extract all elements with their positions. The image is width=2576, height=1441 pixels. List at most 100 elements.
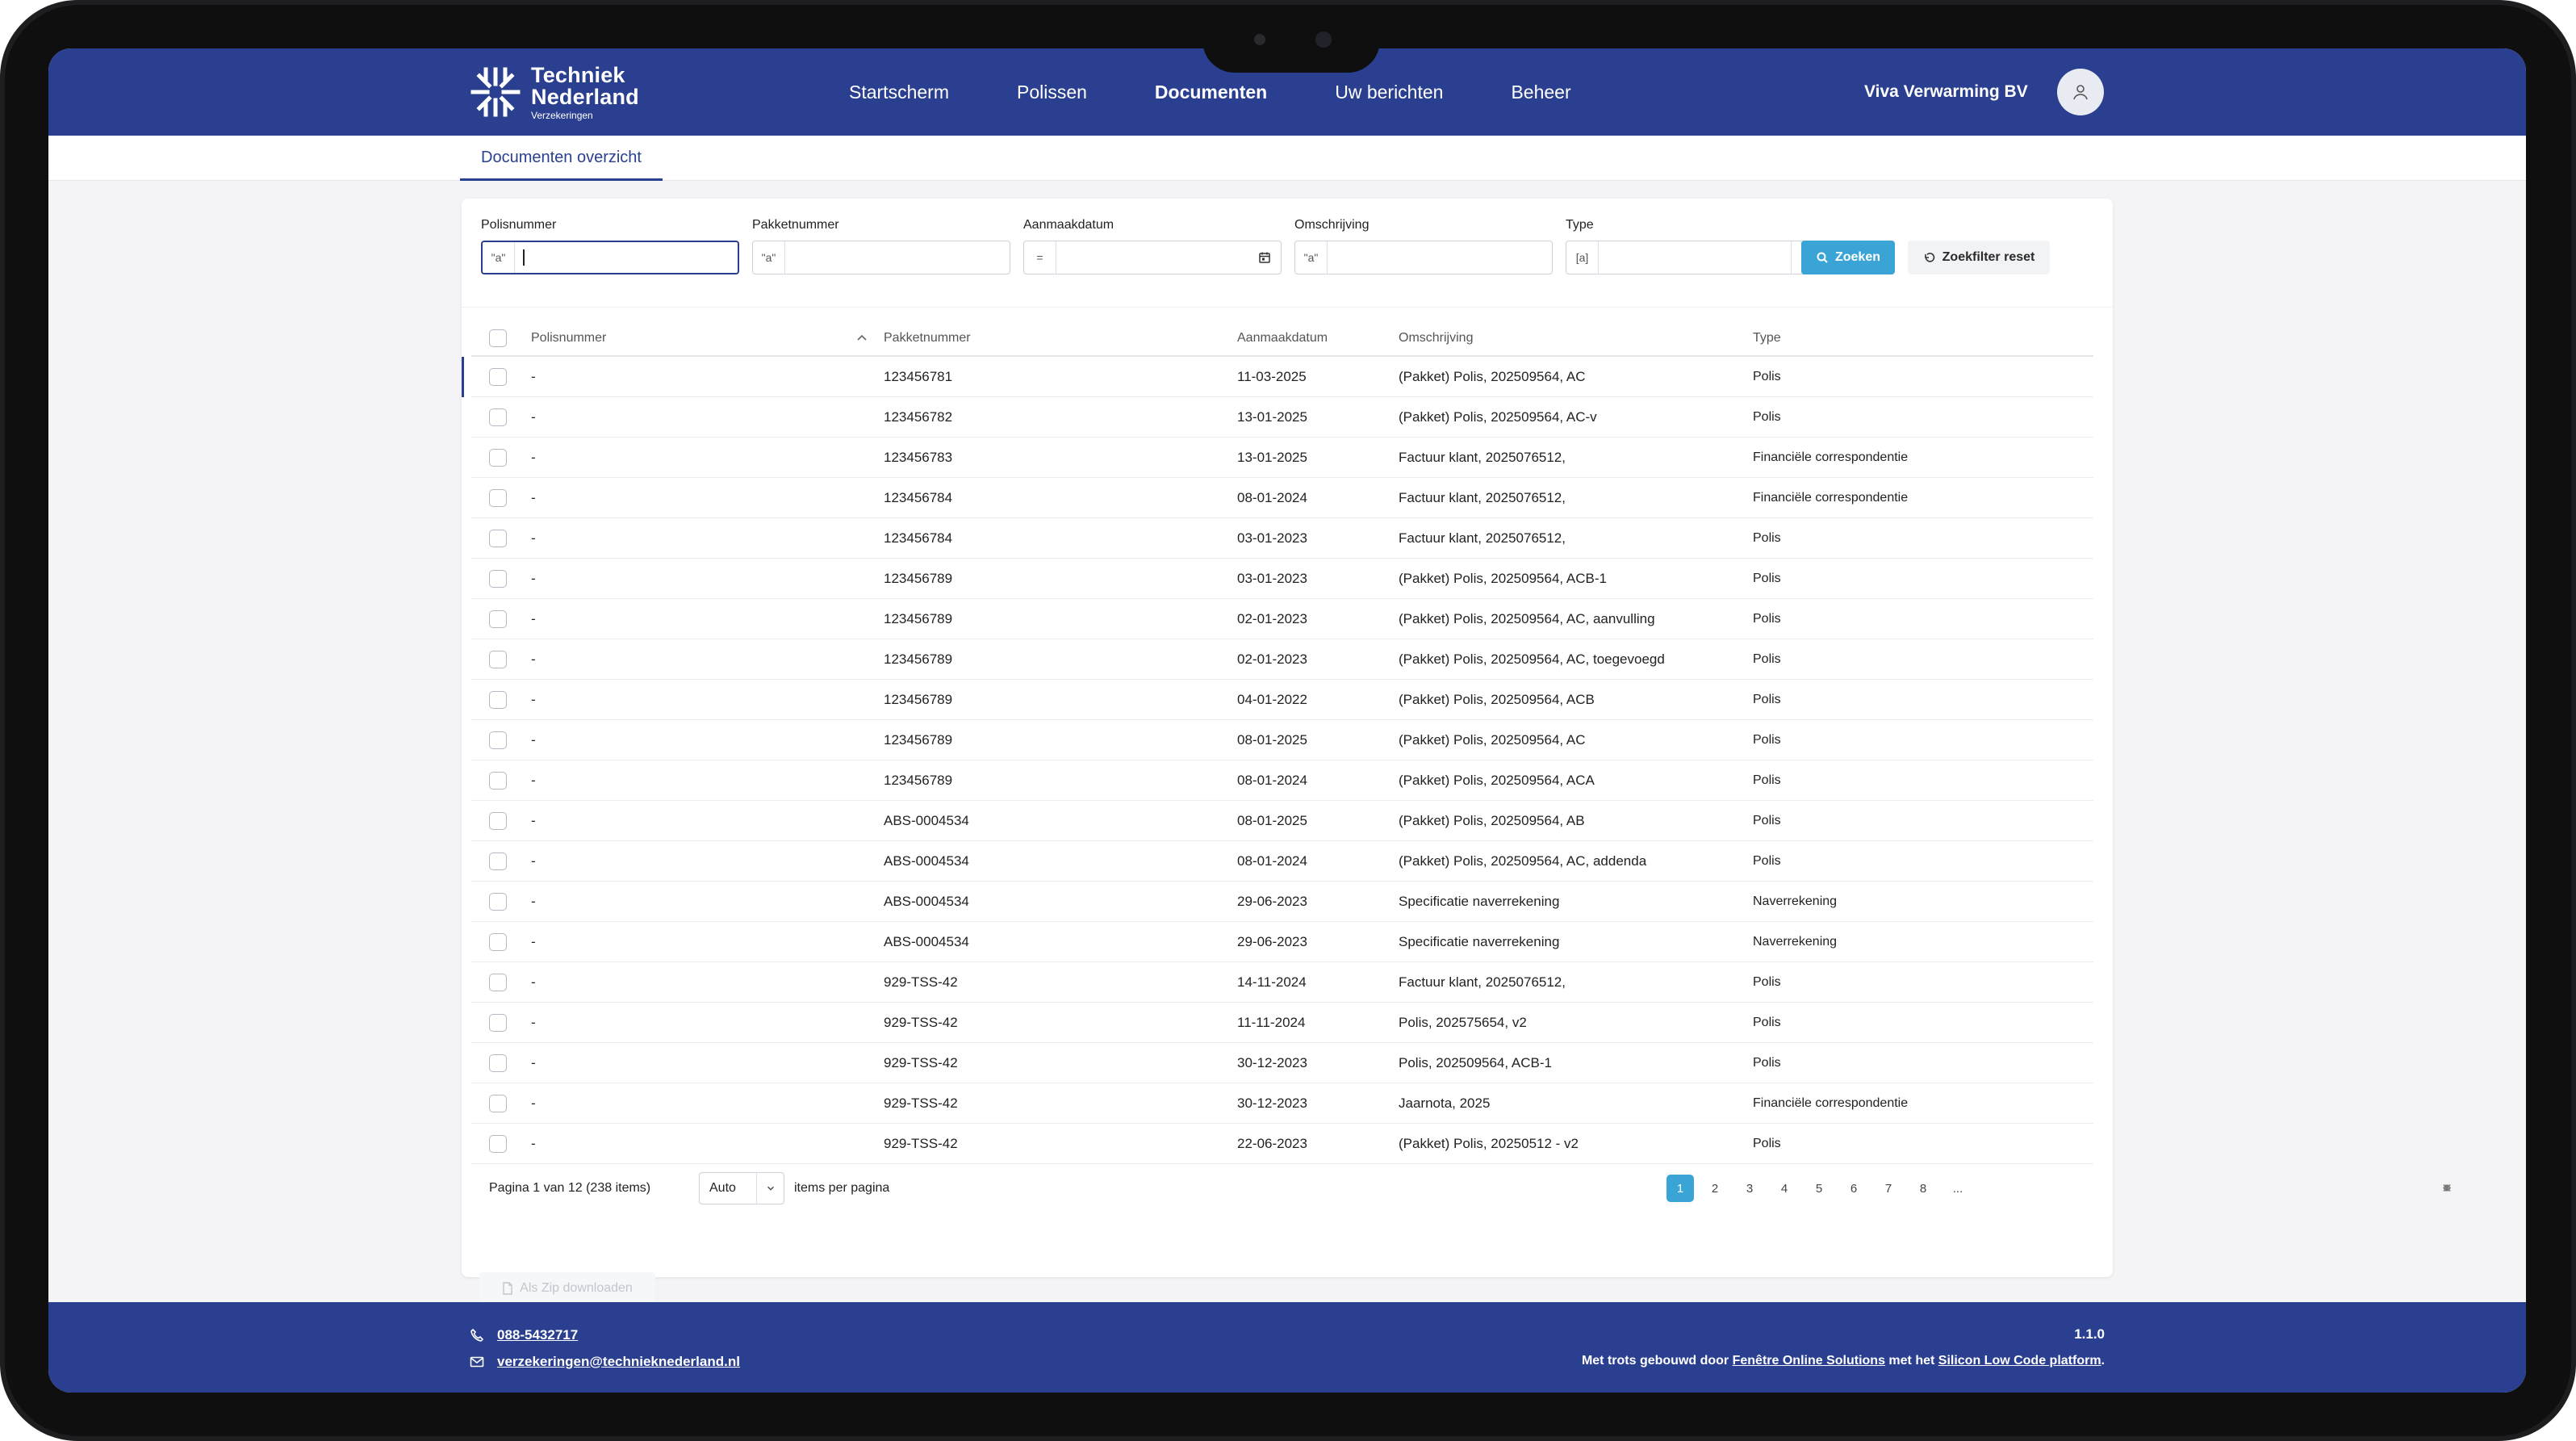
row-checkbox[interactable] bbox=[489, 609, 507, 628]
table-row[interactable]: - 123456784 03-01-2023 Factuur klant, 20250… bbox=[471, 518, 2093, 559]
cell-pakketnummer: 123456783 bbox=[884, 449, 953, 465]
row-checkbox[interactable] bbox=[489, 1054, 507, 1072]
row-checkbox[interactable] bbox=[489, 852, 507, 870]
row-checkbox[interactable] bbox=[489, 367, 507, 386]
table-row[interactable]: - 123456789 02-01-2023 (Pakket) Polis, 2025… bbox=[471, 639, 2093, 680]
page-button[interactable]: 2 bbox=[1701, 1175, 1729, 1202]
brand-logo[interactable]: Techniek Nederland Verzekeringen bbox=[468, 63, 639, 121]
table-row[interactable]: - ABS-0004534 29-06-2023 Specificatie naver… bbox=[471, 922, 2093, 962]
row-checkbox[interactable] bbox=[489, 488, 507, 507]
page-button[interactable]: 8 bbox=[1909, 1175, 1937, 1202]
last-page-icon[interactable]: » bbox=[2433, 1174, 2461, 1201]
table-row[interactable]: - ABS-0004534 08-01-2025 (Pakket) Polis, 20… bbox=[471, 801, 2093, 841]
type-select[interactable]: [a] bbox=[1566, 241, 1824, 274]
device-frame: Techniek Nederland Verzekeringen Startsc… bbox=[0, 0, 2576, 1441]
row-checkbox[interactable] bbox=[489, 529, 507, 547]
header-pakketnummer[interactable]: Pakketnummer bbox=[884, 321, 971, 355]
row-checkbox[interactable] bbox=[489, 650, 507, 668]
nav-beheer[interactable]: Beheer bbox=[1477, 48, 1604, 136]
cell-type: Polis bbox=[1753, 974, 1781, 989]
zip-download-button[interactable]: Als Zip downloaden bbox=[479, 1272, 655, 1305]
table-row[interactable]: - 123456783 13-01-2025 Factuur klant, 20250… bbox=[471, 438, 2093, 478]
header-aanmaakdatum[interactable]: Aanmaakdatum bbox=[1237, 321, 1328, 355]
cell-type: Polis bbox=[1753, 1055, 1781, 1070]
cell-polisnummer: - bbox=[531, 610, 536, 626]
page-button[interactable]: 7 bbox=[1875, 1175, 1902, 1202]
table-row[interactable]: - 929-TSS-42 14-11-2024 Factuur klant, 2025… bbox=[471, 962, 2093, 1003]
row-checkbox[interactable] bbox=[489, 690, 507, 709]
table-row[interactable]: - ABS-0004534 29-06-2023 Specificatie naver… bbox=[471, 882, 2093, 922]
row-checkbox[interactable] bbox=[489, 771, 507, 790]
table-row[interactable]: - 123456789 03-01-2023 (Pakket) Polis, 2025… bbox=[471, 559, 2093, 599]
footer-phone-link[interactable]: 088-5432717 bbox=[497, 1327, 578, 1343]
pakketnummer-operator[interactable]: "a" bbox=[753, 241, 785, 274]
tab-documenten-overzicht[interactable]: Documenten overzicht bbox=[460, 149, 663, 181]
omschrijving-input[interactable]: "a" bbox=[1294, 241, 1553, 274]
reset-filter-button[interactable]: Zoekfilter reset bbox=[1908, 241, 2050, 274]
avatar[interactable] bbox=[2056, 69, 2104, 115]
table-row[interactable]: - 929-TSS-42 22-06-2023 (Pakket) Polis, 202… bbox=[471, 1124, 2093, 1164]
aanmaakdatum-operator[interactable]: = bbox=[1024, 241, 1056, 274]
row-checkbox[interactable] bbox=[489, 408, 507, 426]
footer-email-link[interactable]: verzekeringen@technieknederland.nl bbox=[497, 1354, 740, 1370]
pakketnummer-input[interactable]: "a" bbox=[752, 241, 1010, 274]
page-button[interactable]: 6 bbox=[1840, 1175, 1867, 1202]
sort-ascending-icon[interactable] bbox=[855, 332, 868, 345]
page-ellipsis[interactable]: ... bbox=[1944, 1175, 1972, 1202]
table-row[interactable]: - 123456789 08-01-2024 (Pakket) Polis, 2025… bbox=[471, 760, 2093, 801]
table-row[interactable]: - 123456784 08-01-2024 Factuur klant, 20250… bbox=[471, 478, 2093, 518]
table-row[interactable]: - 123456789 02-01-2023 (Pakket) Polis, 2025… bbox=[471, 599, 2093, 639]
row-checkbox[interactable] bbox=[489, 973, 507, 991]
text-caret bbox=[523, 249, 525, 266]
account-area: Viva Verwarming BV bbox=[1864, 48, 2104, 136]
cell-type: Polis bbox=[1753, 853, 1781, 868]
page-button[interactable]: 1 bbox=[1666, 1175, 1694, 1202]
type-operator[interactable]: [a] bbox=[1566, 241, 1599, 274]
filter-label-polisnummer: Polisnummer bbox=[481, 218, 557, 232]
nav-startscherm[interactable]: Startscherm bbox=[815, 48, 983, 136]
table-row[interactable]: - 929-TSS-42 30-12-2023 Polis, 202509564, A… bbox=[471, 1043, 2093, 1083]
table-row[interactable]: - ABS-0004534 08-01-2024 (Pakket) Polis, 20… bbox=[471, 841, 2093, 882]
header-omschrijving[interactable]: Omschrijving bbox=[1399, 321, 1473, 355]
search-button[interactable]: Zoeken bbox=[1801, 241, 1895, 274]
credit-link-fenetre[interactable]: Fenêtre Online Solutions bbox=[1733, 1354, 1885, 1368]
table-row[interactable]: - 123456781 11-03-2025 (Pakket) Polis, 2025… bbox=[462, 357, 2093, 397]
table-header: Polisnummer Pakketnummer Aanmaakdatum Om… bbox=[471, 321, 2093, 357]
row-checkbox[interactable] bbox=[489, 1013, 507, 1032]
calendar-button[interactable] bbox=[1248, 241, 1281, 274]
row-checkbox[interactable] bbox=[489, 1094, 507, 1112]
page-button[interactable]: 5 bbox=[1805, 1175, 1833, 1202]
row-checkbox[interactable] bbox=[489, 932, 507, 951]
polisnummer-input[interactable]: "a" bbox=[481, 241, 739, 274]
row-select-cell bbox=[489, 882, 507, 921]
aanmaakdatum-input[interactable]: = bbox=[1023, 241, 1282, 274]
cell-omschrijving: (Pakket) Polis, 202509564, AC, toegevoeg… bbox=[1399, 651, 1665, 667]
nav-polissen[interactable]: Polissen bbox=[983, 48, 1121, 136]
credit-link-silicon[interactable]: Silicon Low Code platform bbox=[1938, 1354, 2101, 1368]
row-checkbox[interactable] bbox=[489, 892, 507, 911]
row-checkbox[interactable] bbox=[489, 811, 507, 830]
row-select-cell bbox=[489, 639, 507, 679]
header-polisnummer[interactable]: Polisnummer bbox=[531, 321, 606, 355]
select-all-checkbox[interactable] bbox=[489, 329, 507, 347]
row-checkbox[interactable] bbox=[489, 569, 507, 588]
page-button[interactable]: 3 bbox=[1736, 1175, 1763, 1202]
omschrijving-operator[interactable]: "a" bbox=[1295, 241, 1328, 274]
filter-label-aanmaakdatum: Aanmaakdatum bbox=[1023, 218, 1114, 232]
pagination-info: Pagina 1 van 12 (238 items) bbox=[489, 1181, 651, 1195]
polisnummer-value[interactable] bbox=[515, 249, 738, 266]
row-checkbox[interactable] bbox=[489, 731, 507, 749]
polisnummer-operator[interactable]: "a" bbox=[483, 242, 515, 273]
row-select-cell bbox=[489, 599, 507, 639]
page-size-select[interactable]: Auto bbox=[699, 1172, 784, 1204]
table-row[interactable]: - 929-TSS-42 11-11-2024 Polis, 202575654, v… bbox=[471, 1003, 2093, 1043]
header-type[interactable]: Type bbox=[1753, 321, 1781, 355]
row-checkbox[interactable] bbox=[489, 1134, 507, 1153]
page-button[interactable]: 4 bbox=[1771, 1175, 1798, 1202]
table-row[interactable]: - 123456789 08-01-2025 (Pakket) Polis, 2025… bbox=[471, 720, 2093, 760]
row-checkbox[interactable] bbox=[489, 448, 507, 467]
table-row[interactable]: - 929-TSS-42 30-12-2023 Jaarnota, 2025 Finan… bbox=[471, 1083, 2093, 1124]
page-size-dropdown-toggle[interactable] bbox=[756, 1173, 784, 1204]
table-row[interactable]: - 123456789 04-01-2022 (Pakket) Polis, 2025… bbox=[471, 680, 2093, 720]
table-row[interactable]: - 123456782 13-01-2025 (Pakket) Polis, 2025… bbox=[471, 397, 2093, 438]
